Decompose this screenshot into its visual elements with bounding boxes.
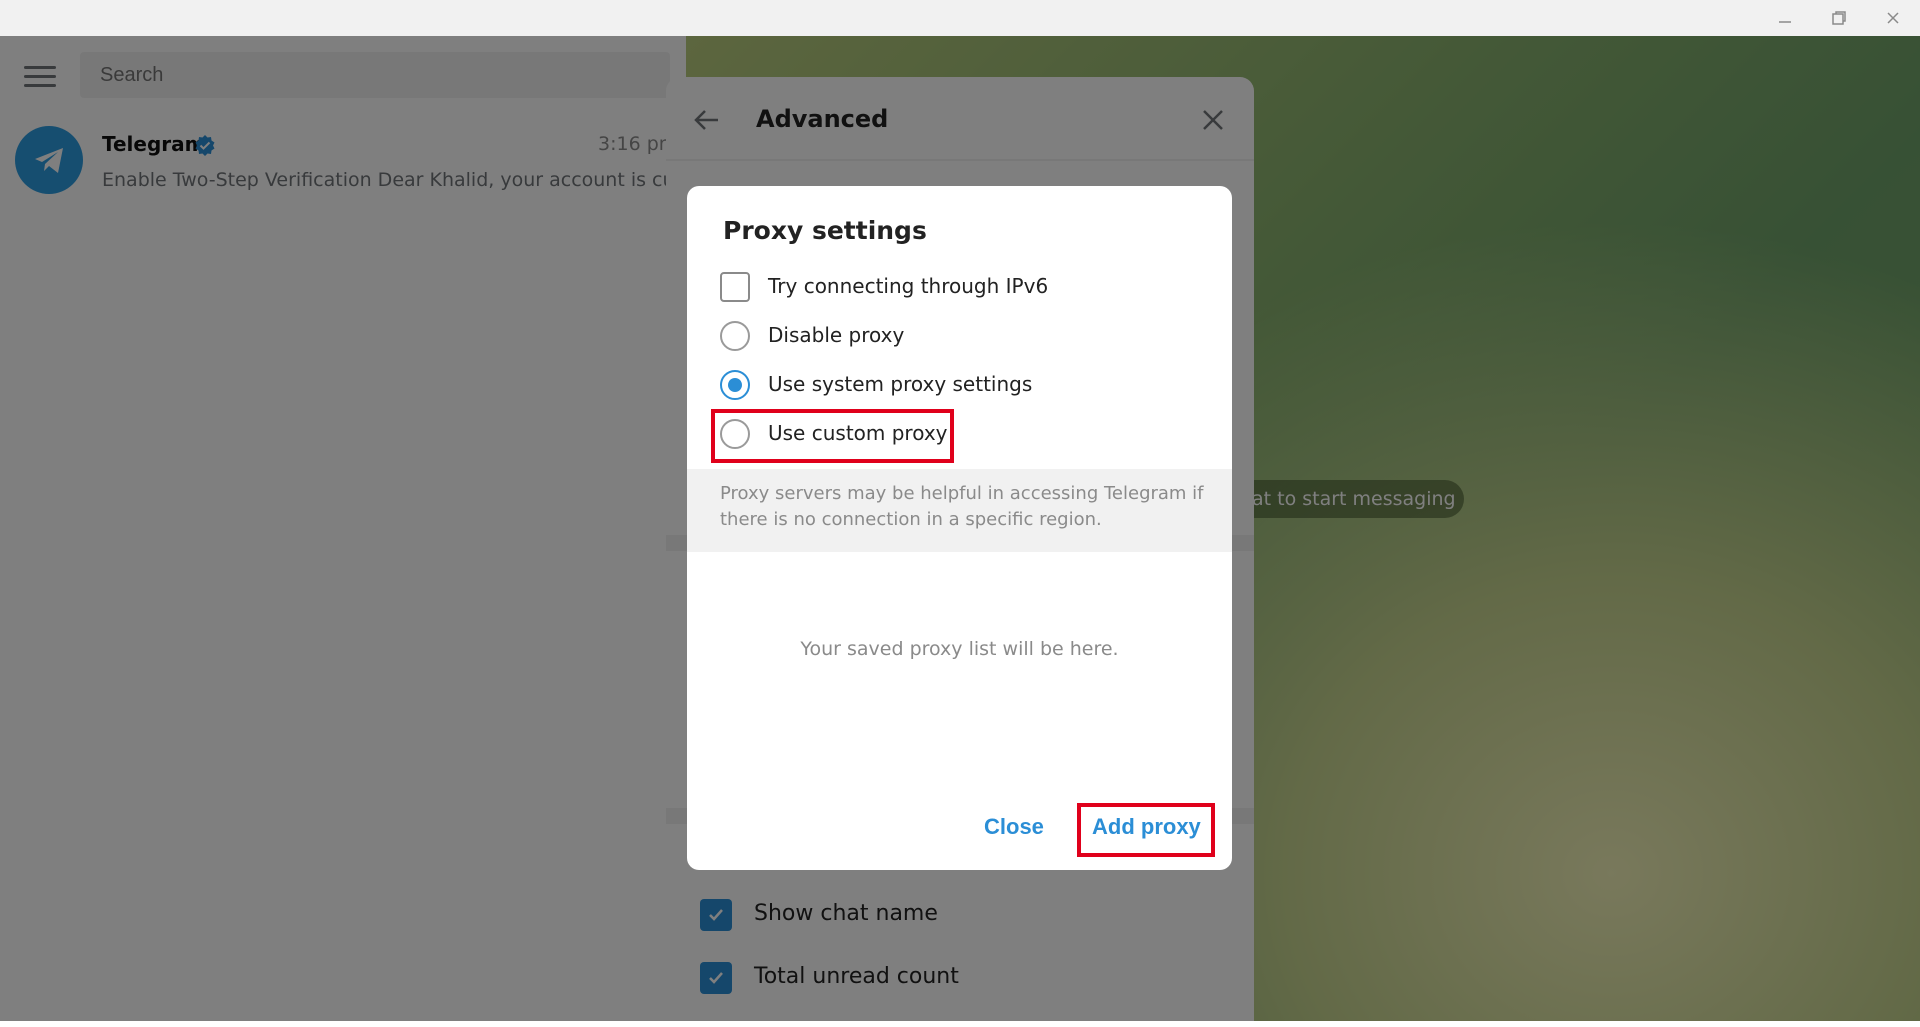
proxy-hint-text: Proxy servers may be helpful in accessin…: [720, 483, 1204, 530]
restore-icon[interactable]: [1816, 4, 1862, 32]
dialog-title: Proxy settings: [723, 216, 927, 245]
window-titlebar: [0, 0, 1920, 36]
ipv6-checkbox[interactable]: [720, 272, 750, 302]
empty-proxy-list: Your saved proxy list will be here.: [800, 638, 1119, 660]
disable-proxy-option[interactable]: Disable proxy: [720, 319, 1200, 355]
system-proxy-radio[interactable]: [720, 370, 750, 400]
close-icon[interactable]: [1870, 4, 1916, 32]
highlight-add-proxy: [1077, 803, 1215, 857]
disable-proxy-radio[interactable]: [720, 321, 750, 351]
system-proxy-option[interactable]: Use system proxy settings: [720, 368, 1200, 404]
highlight-custom-proxy: [711, 409, 954, 463]
disable-proxy-label: Disable proxy: [768, 323, 905, 347]
proxy-hint-box: Proxy servers may be helpful in accessin…: [687, 469, 1232, 552]
proxy-settings-dialog: Proxy settings Try connecting through IP…: [687, 186, 1232, 870]
ipv6-label: Try connecting through IPv6: [768, 274, 1049, 298]
ipv6-option[interactable]: Try connecting through IPv6: [720, 270, 1200, 306]
system-proxy-label: Use system proxy settings: [768, 372, 1033, 396]
minimize-icon[interactable]: [1762, 4, 1808, 32]
close-button[interactable]: Close: [984, 814, 1044, 840]
